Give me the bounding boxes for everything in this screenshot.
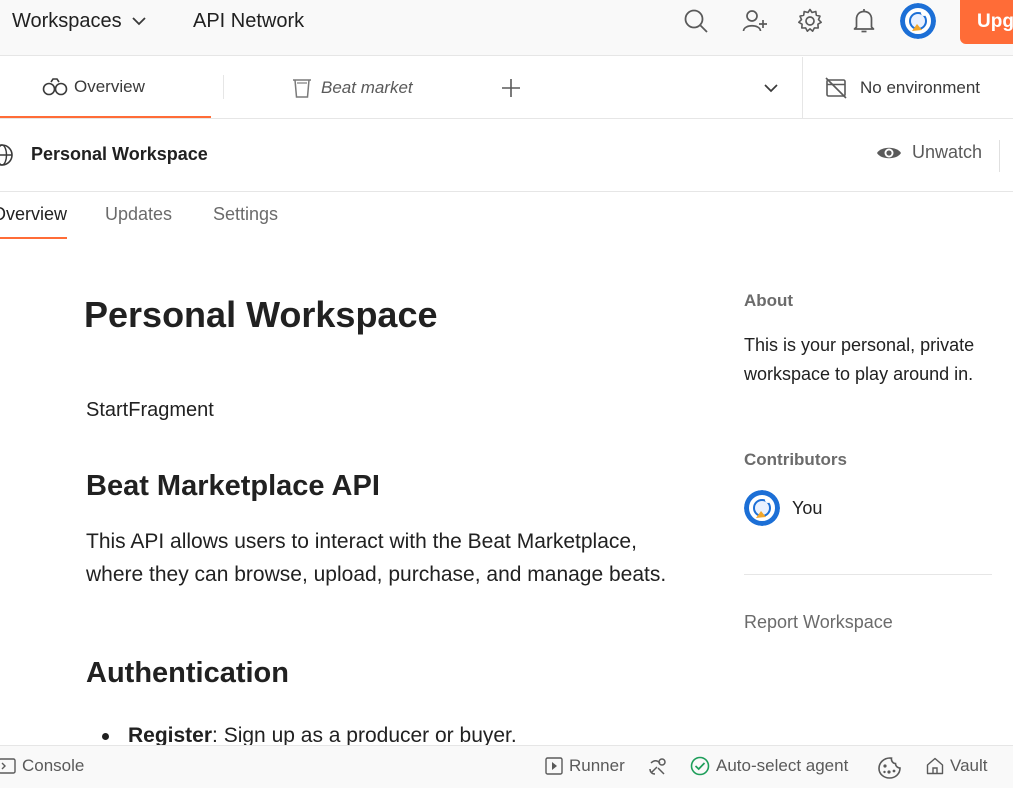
environment-selector[interactable]: No environment	[824, 57, 980, 118]
status-bar: Console Runner Auto-select agent Vault	[0, 745, 1013, 788]
environment-label: No environment	[860, 77, 981, 97]
unwatch-label: Unwatch	[912, 142, 983, 162]
capture-requests-icon[interactable]	[648, 756, 674, 776]
workspace-subtabs: Overview Updates Settings	[0, 192, 1013, 242]
collection-icon	[293, 78, 311, 98]
chevron-down-icon	[132, 16, 146, 25]
runner-icon	[545, 757, 563, 775]
eye-icon	[877, 147, 901, 158]
agent-label: Auto-select agent	[716, 756, 849, 775]
authentication-heading: Authentication	[86, 657, 289, 689]
top-header: Workspaces API Network Upgrade	[0, 0, 1013, 56]
globe-icon	[0, 144, 13, 166]
api-heading: Beat Marketplace API	[86, 470, 380, 502]
subtab-settings[interactable]: Settings	[213, 204, 278, 225]
runner-button[interactable]: Runner	[545, 756, 625, 776]
upgrade-button[interactable]: Upgrade	[960, 0, 1013, 44]
tab-beat-market-label: Beat market	[321, 77, 413, 97]
contributor-avatar	[744, 490, 780, 526]
bullet-dot	[102, 732, 109, 740]
workspace-header-divider	[999, 140, 1000, 172]
page-title: Personal Workspace	[84, 294, 438, 335]
vault-label: Vault	[950, 756, 988, 775]
description-start-fragment: StartFragment	[86, 399, 214, 421]
workspace-header: Personal Workspace Unwatch	[0, 120, 1013, 192]
tab-overview-label: Overview	[74, 76, 145, 96]
search-icon[interactable]	[679, 4, 713, 38]
sidebar-divider	[744, 574, 992, 575]
notifications-icon[interactable]	[847, 4, 881, 38]
upgrade-label: Upgrade	[977, 11, 1013, 32]
unwatch-button[interactable]: Unwatch	[876, 142, 982, 163]
avatar[interactable]	[900, 3, 936, 39]
api-network-label: API Network	[193, 9, 305, 32]
agent-selector[interactable]: Auto-select agent	[690, 756, 848, 776]
runner-label: Runner	[569, 756, 625, 775]
workspaces-menu[interactable]: Workspaces	[12, 0, 146, 42]
tab-overview[interactable]: Overview	[0, 57, 211, 118]
invite-user-icon[interactable]	[738, 4, 772, 38]
console-label: Console	[22, 756, 85, 775]
console-icon	[0, 758, 16, 774]
contributor-item[interactable]: You	[744, 490, 822, 526]
api-network-link[interactable]: API Network	[193, 0, 304, 42]
console-button[interactable]: Console	[0, 756, 84, 776]
workspace-title: Personal Workspace	[31, 144, 208, 164]
api-description: This API allows users to interact with t…	[86, 530, 667, 586]
vault-button[interactable]: Vault	[926, 756, 988, 776]
workspace-overview-icon	[42, 77, 68, 95]
report-workspace-link[interactable]: Report Workspace	[744, 612, 893, 633]
tab-beat-market[interactable]: Beat market	[291, 57, 413, 118]
settings-icon[interactable]	[793, 4, 827, 38]
about-text: This is your personal, private workspace…	[744, 335, 975, 384]
tabs-dropdown-chevron-icon[interactable]	[760, 77, 782, 99]
subtab-updates[interactable]: Updates	[105, 204, 172, 225]
tab-separator	[223, 75, 224, 99]
new-tab-plus-icon[interactable]	[498, 75, 524, 101]
contributors-heading: Contributors	[744, 450, 847, 469]
no-environment-icon	[825, 76, 847, 99]
workspaces-label: Workspaces	[12, 9, 122, 32]
vault-icon	[926, 757, 944, 775]
subtab-overview[interactable]: Overview	[0, 204, 68, 239]
check-circle-icon	[690, 756, 710, 776]
environment-divider	[802, 57, 803, 119]
cookies-icon[interactable]	[877, 756, 909, 780]
contributor-name: You	[792, 497, 823, 518]
tab-bar: Overview Beat market No environment	[0, 57, 1013, 119]
about-heading: About	[744, 291, 794, 310]
